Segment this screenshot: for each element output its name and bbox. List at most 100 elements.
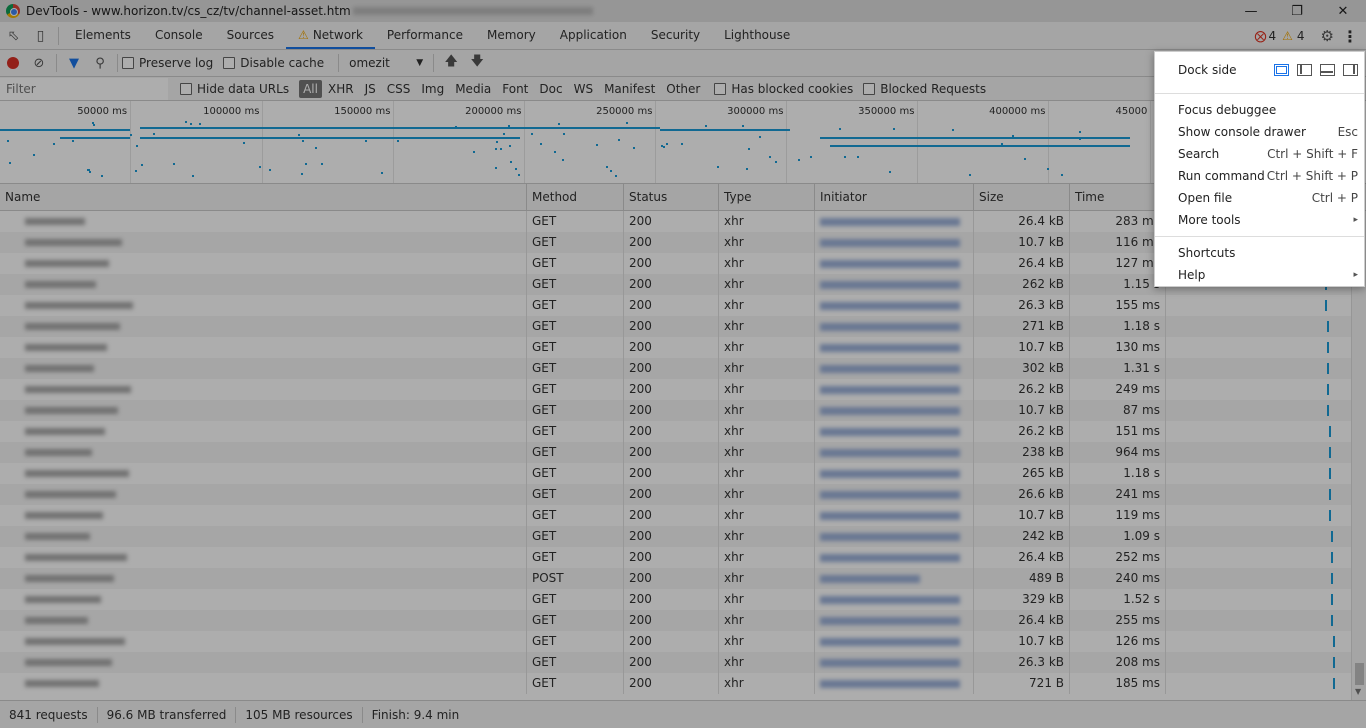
cell-initiator[interactable] — [815, 526, 974, 547]
cell-initiator[interactable] — [815, 652, 974, 673]
menu-item-show-console-drawer[interactable]: Show console drawer Esc — [1155, 121, 1364, 143]
filter-input[interactable] — [0, 77, 168, 100]
cell-initiator[interactable] — [815, 484, 974, 505]
filter-type-ws[interactable]: WS — [569, 80, 598, 98]
cell-initiator[interactable] — [815, 274, 974, 295]
dock-bottom-icon[interactable] — [1320, 64, 1335, 76]
tab-memory[interactable]: Memory — [475, 22, 548, 49]
dock-right-icon[interactable] — [1343, 64, 1358, 76]
filter-type-font[interactable]: Font — [497, 80, 533, 98]
inspect-element-icon[interactable]: ⬁ — [0, 22, 27, 49]
initiator-link-blurred[interactable] — [820, 301, 960, 310]
initiator-link-blurred[interactable] — [820, 469, 960, 478]
initiator-link-blurred[interactable] — [820, 217, 960, 226]
cell-initiator[interactable] — [815, 316, 974, 337]
cell-initiator[interactable] — [815, 547, 974, 568]
initiator-link-blurred[interactable] — [820, 553, 960, 562]
scrollbar-thumb[interactable] — [1355, 663, 1364, 685]
cell-initiator[interactable] — [815, 295, 974, 316]
tab-lighthouse[interactable]: Lighthouse — [712, 22, 802, 49]
menu-item-open-file[interactable]: Open file Ctrl + P — [1155, 187, 1364, 209]
filter-type-css[interactable]: CSS — [382, 80, 416, 98]
tab-console[interactable]: Console — [143, 22, 215, 49]
initiator-link-blurred[interactable] — [820, 343, 960, 352]
device-toolbar-icon[interactable]: ▯ — [27, 22, 54, 49]
initiator-link-blurred[interactable] — [820, 511, 960, 520]
blocked-requests-checkbox[interactable]: Blocked Requests — [863, 82, 986, 96]
cell-initiator[interactable] — [815, 421, 974, 442]
clear-button[interactable]: ⊘ — [26, 50, 52, 76]
menu-item-help[interactable]: Help ▸ — [1155, 264, 1364, 286]
column-status[interactable]: Status — [624, 184, 719, 211]
table-row[interactable]: GET 200 xhr 26.2 kB 249 ms — [0, 379, 1366, 400]
table-row[interactable]: GET 200 xhr 26.3 kB 208 ms — [0, 652, 1366, 673]
search-icon[interactable]: ⚲ — [87, 50, 113, 76]
tab-sources[interactable]: Sources — [215, 22, 286, 49]
record-button[interactable] — [0, 50, 26, 76]
filter-icon[interactable]: ▼ — [61, 50, 87, 76]
cell-initiator[interactable] — [815, 211, 974, 232]
cell-initiator[interactable] — [815, 505, 974, 526]
table-row[interactable]: GET 200 xhr 302 kB 1.31 s — [0, 358, 1366, 379]
table-row[interactable]: GET 200 xhr 26.4 kB 255 ms — [0, 610, 1366, 631]
cell-initiator[interactable] — [815, 631, 974, 652]
cell-initiator[interactable] — [815, 568, 974, 589]
undock-icon[interactable] — [1274, 64, 1289, 76]
column-type[interactable]: Type — [719, 184, 815, 211]
cell-initiator[interactable] — [815, 442, 974, 463]
table-row[interactable]: GET 200 xhr 238 kB 964 ms — [0, 442, 1366, 463]
initiator-link-blurred[interactable] — [820, 658, 960, 667]
table-row[interactable]: GET 200 xhr 10.7 kB 130 ms — [0, 337, 1366, 358]
cell-initiator[interactable] — [815, 463, 974, 484]
initiator-link-blurred[interactable] — [820, 616, 960, 625]
initiator-link-blurred[interactable] — [820, 364, 960, 373]
initiator-link-blurred[interactable] — [820, 595, 960, 604]
filter-type-xhr[interactable]: XHR — [323, 80, 359, 98]
table-row[interactable]: GET 200 xhr 242 kB 1.09 s — [0, 526, 1366, 547]
initiator-link-blurred[interactable] — [820, 679, 960, 688]
initiator-link-blurred[interactable] — [820, 385, 960, 394]
table-row[interactable]: GET 200 xhr 329 kB 1.52 s — [0, 589, 1366, 610]
menu-item-more-tools[interactable]: More tools ▸ — [1155, 209, 1364, 231]
cell-initiator[interactable] — [815, 379, 974, 400]
initiator-link-blurred[interactable] — [820, 574, 920, 583]
table-row[interactable]: POST 200 xhr 489 B 240 ms — [0, 568, 1366, 589]
filter-type-img[interactable]: Img — [416, 80, 449, 98]
export-har-icon[interactable]: 🡇 — [464, 50, 490, 76]
filter-type-all[interactable]: All — [299, 79, 322, 98]
initiator-link-blurred[interactable] — [820, 490, 960, 499]
filter-type-doc[interactable]: Doc — [534, 80, 567, 98]
column-size[interactable]: Size — [974, 184, 1070, 211]
cell-initiator[interactable] — [815, 253, 974, 274]
disable-cache-checkbox[interactable]: Disable cache — [223, 56, 324, 70]
table-row[interactable]: GET 200 xhr 26.2 kB 151 ms — [0, 421, 1366, 442]
has-blocked-cookies-checkbox[interactable]: Has blocked cookies — [714, 82, 853, 96]
menu-item-shortcuts[interactable]: Shortcuts — [1155, 242, 1364, 264]
table-row[interactable]: GET 200 xhr 721 B 185 ms — [0, 673, 1366, 694]
tab-application[interactable]: Application — [548, 22, 639, 49]
cell-initiator[interactable] — [815, 610, 974, 631]
table-row[interactable]: GET 200 xhr 10.7 kB 126 ms — [0, 631, 1366, 652]
filter-type-js[interactable]: JS — [360, 80, 381, 98]
initiator-link-blurred[interactable] — [820, 637, 960, 646]
dock-left-icon[interactable] — [1297, 64, 1312, 76]
cell-initiator[interactable] — [815, 232, 974, 253]
throttling-select[interactable]: omezit ▼ — [343, 56, 423, 70]
initiator-link-blurred[interactable] — [820, 448, 960, 457]
initiator-link-blurred[interactable] — [820, 532, 960, 541]
tab-performance[interactable]: Performance — [375, 22, 475, 49]
table-row[interactable]: GET 200 xhr 10.7 kB 119 ms — [0, 505, 1366, 526]
filter-type-manifest[interactable]: Manifest — [599, 80, 660, 98]
scroll-down-arrow-icon[interactable]: ▼ — [1355, 687, 1361, 696]
filter-type-other[interactable]: Other — [661, 80, 705, 98]
table-row[interactable]: GET 200 xhr 26.4 kB 252 ms — [0, 547, 1366, 568]
menu-item-search[interactable]: Search Ctrl + Shift + F — [1155, 143, 1364, 165]
preserve-log-checkbox[interactable]: Preserve log — [122, 56, 213, 70]
cell-initiator[interactable] — [815, 589, 974, 610]
table-row[interactable]: GET 200 xhr 10.7 kB 87 ms — [0, 400, 1366, 421]
column-name[interactable]: Name — [0, 184, 527, 211]
tab-elements[interactable]: Elements — [63, 22, 143, 49]
cell-initiator[interactable] — [815, 358, 974, 379]
column-initiator[interactable]: Initiator — [815, 184, 974, 211]
initiator-link-blurred[interactable] — [820, 280, 960, 289]
